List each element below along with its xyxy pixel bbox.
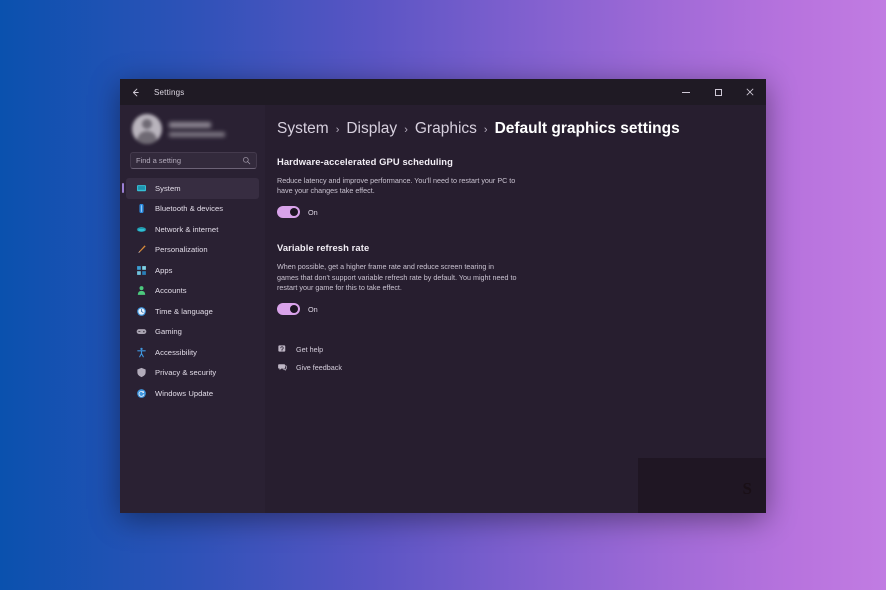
sidebar-item-label: Privacy & security: [155, 368, 217, 378]
sidebar-item-bluetooth-devices[interactable]: Bluetooth & devices: [126, 199, 259, 220]
sidebar-item-apps[interactable]: Apps: [126, 260, 259, 281]
user-profile[interactable]: [126, 105, 259, 150]
paintbrush-icon: [138, 245, 146, 254]
sidebar-item-privacy-security[interactable]: Privacy & security: [126, 363, 259, 384]
link-label: Give feedback: [296, 362, 342, 372]
profile-email-redacted: [169, 131, 225, 137]
avatar: [132, 114, 162, 144]
sidebar-item-windows-update[interactable]: Windows Update: [126, 383, 259, 404]
variable-refresh-rate-toggle[interactable]: [277, 303, 300, 316]
sidebar-nav: System Bluetooth & devices Network & int…: [122, 178, 259, 404]
maximize-button[interactable]: [702, 79, 734, 105]
search-icon: [243, 157, 251, 165]
update-icon: [137, 388, 146, 398]
variable-refresh-rate-toggle-row: On: [277, 303, 746, 316]
accessibility-icon: [137, 347, 146, 358]
clock-icon: [137, 306, 146, 316]
help-links: Get help Give feedback: [277, 344, 746, 372]
sidebar-item-accessibility[interactable]: Accessibility: [126, 342, 259, 363]
shield-icon: [137, 368, 146, 378]
gpu-scheduling-toggle[interactable]: [277, 206, 300, 219]
network-globe-icon: [136, 226, 147, 232]
breadcrumb-separator-icon: ›: [404, 124, 408, 136]
sidebar-item-label: System: [155, 183, 181, 193]
monitor-icon: [137, 184, 146, 191]
sidebar-item-system[interactable]: System: [122, 178, 259, 199]
bluetooth-icon: [139, 204, 144, 214]
sidebar-item-gaming[interactable]: Gaming: [126, 322, 259, 343]
sidebar-item-label: Network & internet: [155, 224, 219, 234]
person-icon: [137, 286, 146, 296]
toggle-knob: [290, 208, 298, 217]
close-button[interactable]: [734, 79, 766, 105]
watermark-letter: S: [742, 479, 752, 498]
section-description: When possible, get a higher frame rate a…: [277, 262, 517, 292]
toggle-state-label: On: [308, 207, 318, 217]
link-label: Get help: [296, 344, 324, 354]
sidebar-item-label: Time & language: [155, 306, 213, 316]
sidebar-item-label: Accessibility: [155, 347, 198, 357]
gpu-scheduling-toggle-row: On: [277, 206, 746, 219]
breadcrumb-separator-icon: ›: [335, 124, 340, 136]
titlebar: Settings: [120, 79, 766, 105]
toggle-knob: [290, 305, 298, 314]
watermark-backdrop: [638, 458, 766, 513]
sidebar-item-label: Accounts: [155, 286, 187, 296]
breadcrumb: System › Display › Graphics › Default gr…: [277, 120, 746, 138]
breadcrumb-graphics[interactable]: Graphics: [415, 120, 477, 138]
breadcrumb-separator-icon: ›: [483, 124, 488, 136]
section-title: Variable refresh rate: [277, 242, 370, 254]
sidebar-item-personalization[interactable]: Personalization: [126, 240, 259, 261]
section-hardware-accelerated-gpu-scheduling: Hardware-accelerated GPU scheduling Redu…: [277, 156, 746, 219]
sidebar-item-accounts[interactable]: Accounts: [126, 281, 259, 302]
sidebar-item-label: Personalization: [155, 245, 208, 255]
sidebar: System Bluetooth & devices Networ: [120, 105, 265, 513]
toggle-state-label: On: [308, 304, 318, 314]
window-controls: [670, 79, 766, 105]
section-title: Hardware-accelerated GPU scheduling: [277, 156, 453, 167]
back-arrow-icon[interactable]: [120, 79, 150, 105]
sidebar-item-label: Apps: [155, 265, 173, 275]
profile-text: [169, 121, 225, 137]
sidebar-item-label: Gaming: [155, 327, 182, 337]
apps-grid-icon: [137, 265, 146, 275]
search-input[interactable]: [136, 156, 242, 165]
main-content: System › Display › Graphics › Default gr…: [265, 105, 766, 513]
sidebar-item-label: Bluetooth & devices: [155, 204, 224, 214]
feedback-bubble-icon: [278, 364, 287, 371]
section-description: Reduce latency and improve performance. …: [277, 176, 516, 196]
gamepad-icon: [136, 329, 147, 335]
sidebar-item-network-internet[interactable]: Network & internet: [126, 219, 259, 240]
breadcrumb-display[interactable]: Display: [346, 120, 397, 138]
settings-window: Settings Find a setting System Bluetooth…: [120, 79, 766, 513]
sidebar-item-time-language[interactable]: Time & language: [126, 301, 259, 322]
give-feedback-link[interactable]: Give feedback: [277, 362, 746, 372]
sidebar-item-label: Windows Update: [155, 388, 214, 398]
window-title: Settings: [154, 87, 185, 97]
breadcrumb-current-page: Default graphics settings: [494, 120, 680, 137]
get-help-link[interactable]: Get help: [277, 344, 746, 354]
search-box[interactable]: [130, 152, 257, 169]
minimize-button[interactable]: [670, 79, 702, 105]
breadcrumb-system[interactable]: System: [277, 120, 329, 138]
profile-name-redacted: [169, 121, 211, 128]
help-question-icon: [278, 345, 286, 352]
section-variable-refresh-rate: Variable refresh rate When possible, get…: [277, 242, 746, 316]
